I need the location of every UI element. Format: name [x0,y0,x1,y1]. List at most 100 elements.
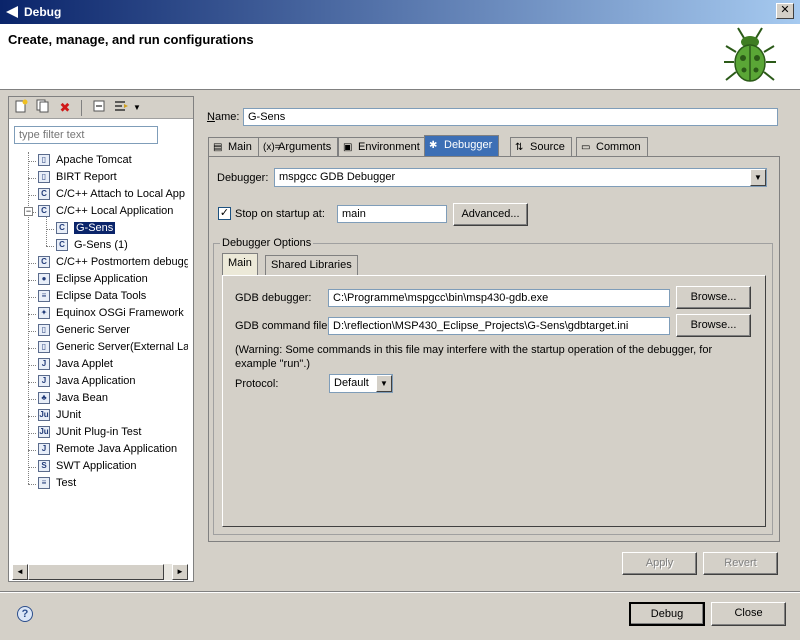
c-icon: C [38,205,50,218]
tree-item-label: Generic Server(External La [56,341,188,353]
tree-item[interactable]: ▯ BIRT Report [38,169,117,186]
c-icon: C [38,188,50,201]
tree-item[interactable]: ▯ Generic Server(External La [38,339,188,356]
tree-item[interactable]: C G-Sens (1) [56,237,128,254]
debugger-options-title: Debugger Options [220,237,314,249]
tree-item[interactable]: ♣ Java Bean [38,390,108,407]
source-icon: ⇅ [515,142,524,153]
header-title: Create, manage, and run configurations [8,32,254,47]
tree-item[interactable]: ● Eclipse Application [38,271,148,288]
protocol-select[interactable]: Default ▼ [329,374,393,393]
stop-on-startup-checkbox[interactable]: ✓ [218,207,231,220]
tree-item[interactable]: C C/C++ Attach to Local App [38,186,185,203]
new-config-icon[interactable] [11,99,31,117]
dropdown-icon[interactable]: ▼ [131,99,143,117]
tab-common[interactable]: ▭ Common [576,137,648,157]
tree-item-label: JUnit [56,409,82,421]
gdb-command-file-input[interactable]: D:\reflection\MSP430_Eclipse_Projects\G-… [328,317,670,335]
tree-horizontal-scrollbar[interactable]: ◄ ► [12,564,188,580]
close-window-button[interactable]: ✕ [776,3,794,19]
server-icon: ▯ [38,341,50,354]
close-button[interactable]: Close [711,602,786,626]
tab-arguments[interactable]: (x)=Arguments [258,137,339,157]
main-tab-icon: ▤ [213,142,223,153]
tree-connector [28,365,36,366]
tree-item[interactable]: C C/C++ Local Application [38,203,173,220]
subtab-shared-libraries[interactable]: Shared Libraries [265,255,358,275]
tree-item[interactable]: C C/C++ Postmortem debugg [38,254,188,271]
chevron-down-icon[interactable]: ▼ [750,169,766,186]
scroll-left-button[interactable]: ◄ [12,564,28,580]
tree-item[interactable]: J Java Application [38,373,136,390]
gdb-debugger-input[interactable]: C:\Programme\mspgcc\bin\msp430-gdb.exe [328,289,670,307]
tree-trunk-line [28,152,29,484]
browse-command-file-button[interactable]: Browse... [676,314,751,337]
tree-item-label: SWT Application [56,460,137,472]
collapse-all-icon[interactable] [89,99,109,117]
advanced-button[interactable]: Advanced... [453,203,528,226]
tree-connector [28,331,36,332]
arguments-icon: (x)= [263,142,281,153]
tree-item[interactable]: C G-Sens [56,220,116,237]
tree-item[interactable]: Ju JUnit [38,407,81,424]
junit-plugin-icon: Ju [38,426,50,439]
stop-on-startup-label: Stop on startup at: [235,208,325,220]
tree-connector [28,450,36,451]
tab-source[interactable]: ⇅ Source [510,137,572,157]
tree-connector [28,416,36,417]
tree-item[interactable]: Ju JUnit Plug-in Test [38,424,141,441]
tree-item[interactable]: ▯ Apache Tomcat [38,152,132,169]
tree-item-label: BIRT Report [56,171,117,183]
tree-item-label: C/C++ Attach to Local App [56,188,186,200]
tree-item-label: Apache Tomcat [56,154,132,166]
revert-button[interactable]: Revert [703,552,778,575]
tab-main[interactable]: ▤ Main [208,137,259,157]
environment-icon: ▣ [343,142,353,153]
filter-input[interactable] [14,126,158,144]
protocol-label: Protocol: [235,378,279,390]
swt-icon: S [38,460,50,473]
name-input[interactable]: G-Sens [243,108,778,126]
tree-item-label: Eclipse Data Tools [56,290,147,302]
stop-on-startup-input[interactable]: main [337,205,447,223]
subtab-main[interactable]: Main [222,253,258,275]
tree-item-label: C/C++ Postmortem debugg [56,256,188,268]
tree-connector [28,195,36,196]
filter-icon[interactable] [111,99,131,117]
title-bar: Debug ✕ [0,0,800,24]
tree-item-label: Equinox OSGi Framework [56,307,184,319]
tab-label: Source [530,141,565,153]
tree-item-label: Remote Java Application [56,443,178,455]
scroll-right-button[interactable]: ► [172,564,188,580]
duplicate-icon[interactable] [33,99,53,117]
report-icon: ▯ [38,171,50,184]
tab-environment[interactable]: ▣ Environment [338,137,427,157]
apply-button[interactable]: Apply [622,552,697,575]
tab-label: Main [228,141,252,153]
debugger-label: Debugger: [217,172,269,184]
collapse-icon[interactable]: − [24,207,33,216]
tree-item-label: JUnit Plug-in Test [56,426,142,438]
debugger-select[interactable]: mspgcc GDB Debugger ▼ [274,168,767,187]
tree-item[interactable]: ✦ Equinox OSGi Framework [38,305,184,322]
help-icon[interactable]: ? [17,606,33,622]
scroll-thumb[interactable] [28,564,164,580]
footer-separator [0,591,800,593]
tree-item[interactable]: ≡ Test [38,475,76,492]
tree-item[interactable]: J Java Applet [38,356,113,373]
debug-button[interactable]: Debug [629,602,705,626]
tree-connector [28,178,36,179]
tree-child-line [46,216,47,246]
tree-item[interactable]: J Remote Java Application [38,441,177,458]
c-icon: C [38,256,50,269]
dialog-header: Create, manage, and run configurations [0,24,800,90]
tree-item-label: G-Sens [74,222,116,234]
delete-icon[interactable]: ✖ [55,99,75,117]
browse-gdb-button[interactable]: Browse... [676,286,751,309]
tree-item[interactable]: S SWT Application [38,458,137,475]
tree-item[interactable]: ▯ Generic Server [38,322,130,339]
chevron-down-icon[interactable]: ▼ [376,375,392,392]
tree-connector [28,297,36,298]
tree-item[interactable]: ≡ Eclipse Data Tools [38,288,146,305]
tab-debugger[interactable]: ✱ Debugger [424,135,500,157]
